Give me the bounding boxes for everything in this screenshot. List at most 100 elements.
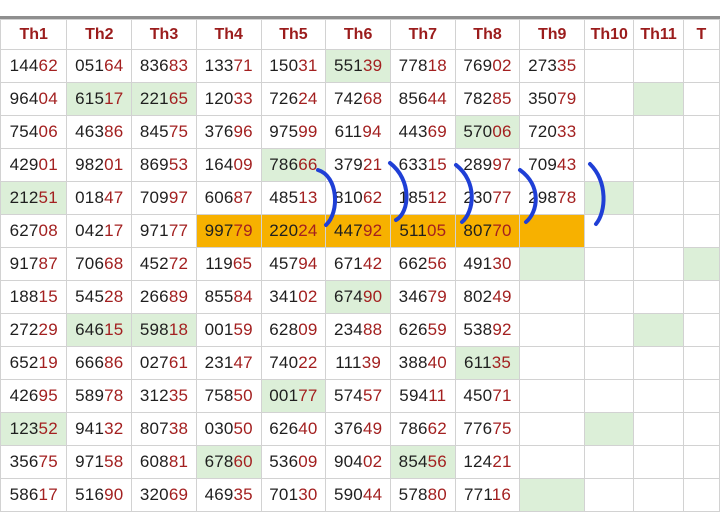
table-cell[interactable]: 29878 bbox=[519, 181, 586, 215]
table-cell[interactable]: 35079 bbox=[519, 82, 586, 116]
table-cell[interactable] bbox=[519, 247, 586, 281]
table-cell[interactable]: 11965 bbox=[195, 247, 262, 281]
table-cell[interactable]: 85584 bbox=[195, 280, 262, 314]
table-cell[interactable]: 62659 bbox=[389, 313, 456, 347]
table-cell[interactable]: 70997 bbox=[131, 181, 197, 215]
table-cell[interactable]: 67142 bbox=[325, 247, 391, 281]
table-cell[interactable]: 00159 bbox=[195, 313, 262, 347]
table-cell[interactable] bbox=[584, 445, 635, 479]
table-cell[interactable]: 94132 bbox=[66, 412, 133, 446]
table-cell[interactable] bbox=[633, 445, 684, 479]
table-cell[interactable] bbox=[682, 247, 720, 281]
table-cell[interactable]: 37921 bbox=[325, 148, 391, 182]
table-cell[interactable]: 37696 bbox=[195, 115, 262, 149]
column-header-th3[interactable]: Th3 bbox=[131, 19, 197, 50]
table-cell[interactable] bbox=[584, 247, 635, 281]
table-cell[interactable]: 14462 bbox=[0, 49, 68, 83]
table-cell[interactable]: 78662 bbox=[389, 412, 456, 446]
table-cell[interactable]: 02761 bbox=[131, 346, 197, 380]
table-cell[interactable]: 51690 bbox=[66, 478, 133, 512]
table-cell[interactable] bbox=[682, 181, 720, 215]
table-cell[interactable] bbox=[633, 82, 684, 116]
table-cell[interactable] bbox=[633, 478, 684, 512]
table-cell[interactable]: 59818 bbox=[131, 313, 197, 347]
table-cell[interactable] bbox=[633, 181, 684, 215]
table-cell[interactable] bbox=[519, 214, 586, 248]
column-header-th4[interactable]: Th4 bbox=[195, 19, 262, 50]
table-cell[interactable]: 75406 bbox=[0, 115, 68, 149]
table-cell[interactable]: 64615 bbox=[66, 313, 133, 347]
table-cell[interactable] bbox=[519, 478, 586, 512]
table-cell[interactable] bbox=[584, 280, 635, 314]
table-cell[interactable]: 12352 bbox=[0, 412, 68, 446]
table-cell[interactable]: 32069 bbox=[131, 478, 197, 512]
table-cell[interactable]: 55139 bbox=[325, 49, 391, 83]
table-cell[interactable]: 34679 bbox=[389, 280, 456, 314]
table-cell[interactable]: 62640 bbox=[260, 412, 327, 446]
table-cell[interactable]: 90402 bbox=[325, 445, 391, 479]
table-cell[interactable]: 45071 bbox=[454, 379, 521, 413]
table-cell[interactable]: 42695 bbox=[0, 379, 68, 413]
table-cell[interactable] bbox=[519, 280, 586, 314]
table-cell[interactable]: 11139 bbox=[325, 346, 391, 380]
table-cell[interactable] bbox=[519, 445, 586, 479]
table-cell[interactable] bbox=[633, 49, 684, 83]
table-cell[interactable] bbox=[584, 478, 635, 512]
table-cell[interactable]: 27335 bbox=[519, 49, 586, 83]
table-cell[interactable]: 59411 bbox=[389, 379, 456, 413]
table-cell[interactable] bbox=[682, 148, 720, 182]
table-cell[interactable]: 53892 bbox=[454, 313, 521, 347]
table-cell[interactable] bbox=[682, 346, 720, 380]
table-cell[interactable]: 26689 bbox=[131, 280, 197, 314]
table-cell[interactable]: 05164 bbox=[66, 49, 133, 83]
table-cell[interactable] bbox=[584, 379, 635, 413]
table-cell[interactable]: 77116 bbox=[454, 478, 521, 512]
table-cell[interactable] bbox=[682, 412, 720, 446]
table-cell[interactable]: 70668 bbox=[66, 247, 133, 281]
table-cell[interactable]: 70943 bbox=[519, 148, 586, 182]
table-cell[interactable]: 59044 bbox=[325, 478, 391, 512]
table-cell[interactable] bbox=[682, 115, 720, 149]
table-cell[interactable]: 37649 bbox=[325, 412, 391, 446]
table-cell[interactable] bbox=[682, 214, 720, 248]
table-cell[interactable]: 78666 bbox=[260, 148, 327, 182]
table-cell[interactable]: 38840 bbox=[389, 346, 456, 380]
table-cell[interactable]: 44792 bbox=[325, 214, 391, 248]
table-cell[interactable] bbox=[584, 412, 635, 446]
table-cell[interactable]: 27229 bbox=[0, 313, 68, 347]
table-cell[interactable]: 18512 bbox=[389, 181, 456, 215]
table-cell[interactable]: 66686 bbox=[66, 346, 133, 380]
table-cell[interactable] bbox=[633, 280, 684, 314]
table-cell[interactable]: 44369 bbox=[389, 115, 456, 149]
table-cell[interactable]: 85644 bbox=[389, 82, 456, 116]
column-header-th2[interactable]: Th2 bbox=[66, 19, 133, 50]
table-cell[interactable]: 81062 bbox=[325, 181, 391, 215]
table-cell[interactable]: 96404 bbox=[0, 82, 68, 116]
table-cell[interactable]: 61517 bbox=[66, 82, 133, 116]
table-cell[interactable]: 75850 bbox=[195, 379, 262, 413]
table-cell[interactable]: 78285 bbox=[454, 82, 521, 116]
table-cell[interactable]: 03050 bbox=[195, 412, 262, 446]
table-cell[interactable]: 34102 bbox=[260, 280, 327, 314]
table-cell[interactable]: 16409 bbox=[195, 148, 262, 182]
table-cell[interactable] bbox=[519, 412, 586, 446]
table-cell[interactable] bbox=[584, 181, 635, 215]
table-cell[interactable]: 31235 bbox=[131, 379, 197, 413]
table-cell[interactable] bbox=[584, 346, 635, 380]
table-cell[interactable]: 97599 bbox=[260, 115, 327, 149]
table-cell[interactable] bbox=[682, 49, 720, 83]
table-cell[interactable]: 04217 bbox=[66, 214, 133, 248]
column-header-th9[interactable]: Th9 bbox=[519, 19, 586, 50]
column-header-th11[interactable]: Th11 bbox=[633, 19, 684, 50]
table-cell[interactable]: 74022 bbox=[260, 346, 327, 380]
column-header-th10[interactable]: Th10 bbox=[584, 19, 635, 50]
table-cell[interactable] bbox=[584, 148, 635, 182]
table-cell[interactable]: 61194 bbox=[325, 115, 391, 149]
table-cell[interactable] bbox=[633, 412, 684, 446]
table-cell[interactable] bbox=[519, 379, 586, 413]
table-cell[interactable] bbox=[633, 214, 684, 248]
table-cell[interactable]: 53609 bbox=[260, 445, 327, 479]
table-cell[interactable] bbox=[584, 82, 635, 116]
table-cell[interactable] bbox=[584, 115, 635, 149]
table-cell[interactable]: 49130 bbox=[454, 247, 521, 281]
